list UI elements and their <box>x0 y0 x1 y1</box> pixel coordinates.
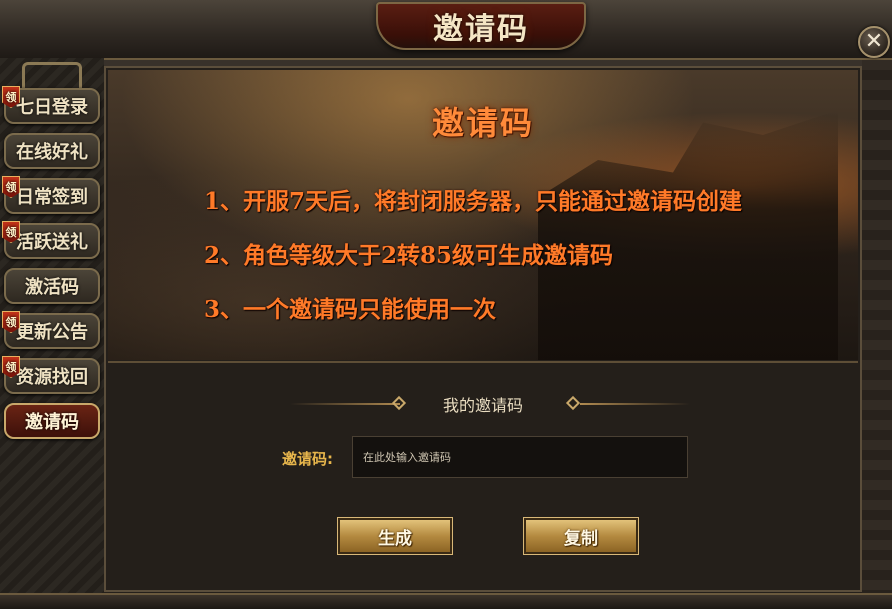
sidebar-item-daily-checkin[interactable]: 领 日常签到 <box>2 176 100 214</box>
sidebar-item-invite-code[interactable]: 邀请码 <box>4 403 100 439</box>
generate-button[interactable]: 生成 <box>337 517 453 555</box>
rule-item: 2、角色等级大于2转85级可生成邀请码 <box>204 242 614 269</box>
invite-code-input[interactable] <box>352 436 688 478</box>
close-icon: ✕ <box>864 29 884 54</box>
bottom-frame <box>0 593 892 609</box>
copy-button[interactable]: 复制 <box>523 517 639 555</box>
sidebar-item-label: 更新公告 <box>16 322 88 343</box>
sidebar-item-label: 七日登录 <box>16 97 88 118</box>
sidebar-item-label: 活跃送礼 <box>16 232 88 253</box>
info-banner: 邀请码 1、开服7天后，将封闭服务器，只能通过邀请码创建 2、角色等级大于2转8… <box>108 70 858 360</box>
sidebar-item-label: 激活码 <box>25 277 79 298</box>
frame-edge <box>862 60 892 593</box>
rules-list: 1、开服7天后，将封闭服务器，只能通过邀请码创建 2、角色等级大于2转85级可生… <box>204 182 742 344</box>
sidebar-item-seven-day-login[interactable]: 领 七日登录 <box>2 86 100 124</box>
sidebar-ornament <box>22 62 82 88</box>
sidebar-item-label: 日常签到 <box>16 187 88 208</box>
ornament-line <box>580 403 690 405</box>
sidebar-item-update-notice[interactable]: 领 更新公告 <box>2 311 100 349</box>
sidebar-item-label: 邀请码 <box>25 412 79 433</box>
sidebar-item-activity-gift[interactable]: 领 活跃送礼 <box>2 221 100 259</box>
invite-panel: 邀请码 1、开服7天后，将封闭服务器，只能通过邀请码创建 2、角色等级大于2转8… <box>104 66 862 592</box>
section-title: 我的邀请码 <box>442 396 523 415</box>
rule-item: 3、一个邀请码只能使用一次 <box>204 296 497 323</box>
window-title: 邀请码 <box>433 12 529 47</box>
close-button[interactable]: ✕ <box>858 26 890 58</box>
sidebar-item-label: 在线好礼 <box>16 142 88 163</box>
rule-item: 1、开服7天后，将封闭服务器，只能通过邀请码创建 <box>204 188 743 215</box>
sidebar-item-resource-recovery[interactable]: 领 资源找回 <box>2 356 100 394</box>
divider <box>108 361 858 363</box>
sidebar-item-label: 资源找回 <box>16 367 88 388</box>
sidebar-item-online-gift[interactable]: 在线好礼 <box>4 133 100 169</box>
title-plate: 邀请码 <box>376 2 586 50</box>
invite-code-label: 邀请码: <box>282 450 333 468</box>
sidebar-item-activation-code[interactable]: 激活码 <box>4 268 100 304</box>
banner-title: 邀请码 <box>431 104 534 142</box>
